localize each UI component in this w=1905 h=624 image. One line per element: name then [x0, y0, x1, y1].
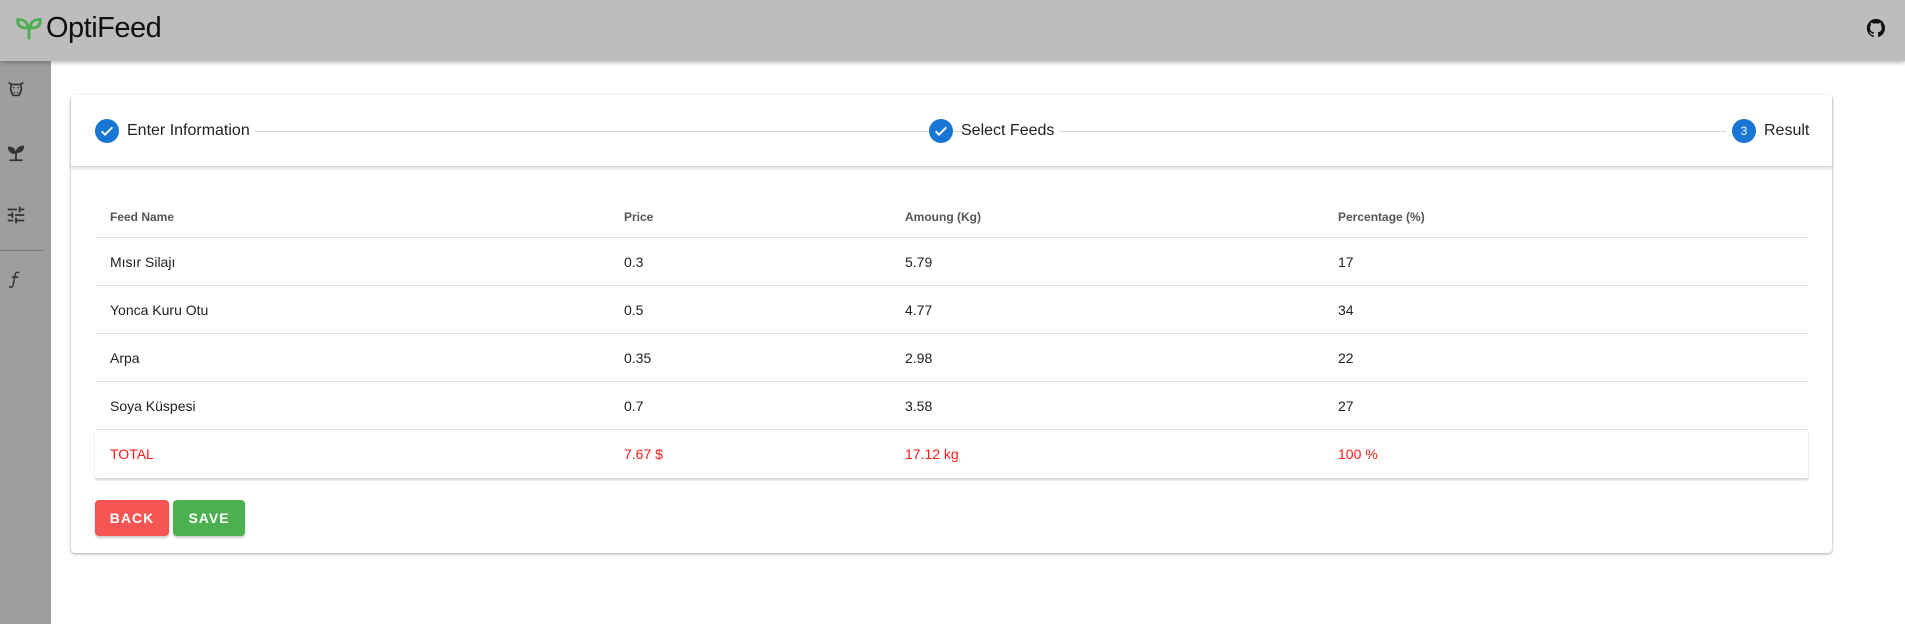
table-row: Soya Küspesi 0.7 3.58 27 [95, 382, 1808, 430]
price-cell: 0.5 [624, 301, 644, 318]
sidebar-item-settings[interactable] [4, 203, 28, 227]
amount-cell: 5.79 [905, 253, 933, 270]
table-row: Arpa 0.35 2.98 22 [95, 334, 1808, 382]
cow-icon [8, 81, 24, 97]
percentage-cell: 22 [1338, 349, 1354, 366]
amount-cell: 4.77 [905, 301, 933, 318]
app-bar: OptiFeed [0, 0, 1905, 61]
step-complete-icon [95, 119, 119, 143]
github-icon[interactable] [1865, 17, 1887, 39]
total-label: TOTAL [110, 446, 154, 462]
column-header-feed-name[interactable]: Feed Name [110, 191, 174, 237]
amount-cell: 3.58 [905, 397, 933, 414]
step-complete-icon [929, 119, 953, 143]
total-percentage: 100 % [1338, 446, 1378, 462]
step-label: Select Feeds [961, 122, 1055, 139]
sidebar-item-animal[interactable] [4, 77, 28, 101]
back-button[interactable]: BACK [95, 500, 169, 536]
table-total-row: TOTAL 7.67 $ 17.12 kg 100 % [95, 430, 1808, 478]
sidebar-item-feeds[interactable] [4, 140, 28, 164]
column-header-price[interactable]: Price [624, 191, 653, 237]
brand[interactable]: OptiFeed [12, 10, 162, 46]
sidebar [0, 61, 51, 624]
total-amount: 17.12 kg [905, 446, 959, 462]
column-header-amount[interactable]: Amoung (Kg) [905, 191, 981, 237]
step-connector [255, 131, 991, 132]
percentage-cell: 34 [1338, 301, 1354, 318]
feed-name-cell: Arpa [110, 349, 140, 366]
sprout-icon [7, 145, 25, 162]
step-label: Enter Information [127, 122, 250, 139]
feed-name-cell: Soya Küspesi [110, 397, 196, 414]
sprout-logo-icon [16, 18, 42, 40]
feed-name-cell: Mısır Silajı [110, 253, 176, 270]
table-header-row: Feed Name Price Amoung (Kg) Percentage (… [95, 191, 1808, 238]
step-select-feeds[interactable]: Select Feeds [929, 119, 1054, 143]
column-header-percentage[interactable]: Percentage (%) [1338, 191, 1425, 237]
step-result[interactable]: 3 Result [1732, 119, 1809, 143]
price-cell: 0.7 [624, 397, 644, 414]
price-cell: 0.3 [624, 253, 644, 270]
sidebar-item-formula[interactable] [4, 267, 28, 291]
feed-name-cell: Yonca Kuru Otu [110, 301, 209, 318]
table-row: Mısır Silajı 0.3 5.79 17 [95, 238, 1808, 286]
amount-cell: 2.98 [905, 349, 933, 366]
percentage-cell: 27 [1338, 397, 1354, 414]
total-price: 7.67 $ [624, 446, 663, 462]
table-row: Yonca Kuru Otu 0.5 4.77 34 [95, 286, 1808, 334]
step-label: Result [1764, 122, 1810, 139]
function-icon [8, 271, 20, 288]
save-button[interactable]: SAVE [173, 500, 245, 536]
result-card: Enter Information Select Feeds 3 Result … [71, 95, 1832, 553]
step-number-badge: 3 [1732, 119, 1756, 143]
price-cell: 0.35 [624, 349, 652, 366]
app-title: OptiFeed [46, 11, 162, 44]
tune-icon [7, 206, 25, 224]
percentage-cell: 17 [1338, 253, 1354, 270]
result-table: Feed Name Price Amoung (Kg) Percentage (… [95, 191, 1808, 478]
step-connector [1059, 131, 1726, 132]
step-enter-information[interactable]: Enter Information [95, 119, 250, 143]
sidebar-divider [0, 250, 43, 251]
stepper: Enter Information Select Feeds 3 Result [71, 95, 1832, 167]
